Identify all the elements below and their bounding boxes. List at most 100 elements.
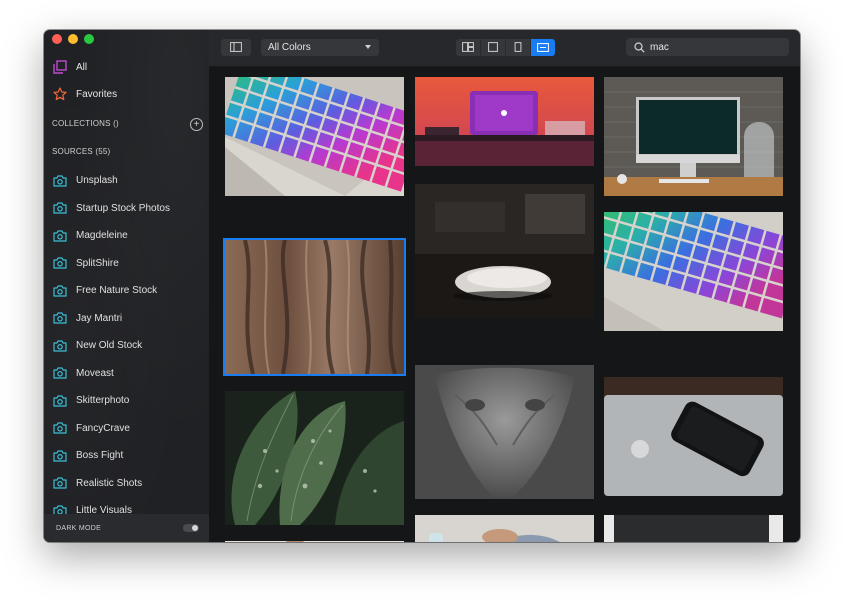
photo-thumbnail[interactable] [225,541,404,542]
collections-heading: COLLECTIONS () [52,119,119,128]
photo-thumbnail[interactable] [415,77,594,166]
photo-thumbnail[interactable] [604,515,783,542]
close-window-button[interactable] [52,34,62,44]
source-label: Startup Stock Photos [76,202,170,214]
minimize-window-button[interactable] [68,34,78,44]
sources-heading: SOURCES (55) [52,147,111,156]
photo-thumbnail[interactable] [415,184,594,318]
photo-thumbnail[interactable] [415,365,594,499]
source-label: Skitterphoto [76,395,130,407]
sidebar-item-source[interactable]: Realistic Shots [44,470,209,498]
sidebar-item-source[interactable]: FancyCrave [44,415,209,443]
source-label: Unsplash [76,175,118,187]
source-label: Little Visuals [76,505,132,514]
sidebar-item-source[interactable]: Free Nature Stock [44,277,209,305]
camera-icon [52,475,68,491]
source-label: New Old Stock [76,340,143,352]
sidebar-item-source[interactable]: Jay Mantri [44,305,209,333]
photo-thumbnail[interactable] [225,391,404,525]
color-filter-dropdown[interactable]: All Colors [261,39,379,56]
source-label: Jay Mantri [76,312,123,324]
source-label: Realistic Shots [76,477,143,489]
source-label: Moveast [76,367,114,379]
collection-stack-icon [52,59,68,75]
sidebar-item-source[interactable]: SplitShire [44,250,209,278]
camera-icon [52,338,68,354]
camera-icon [52,365,68,381]
toggle-knob [192,525,198,531]
toolbar: All Colors [209,30,800,67]
camera-icon [52,393,68,409]
sidebar-icon [230,39,242,57]
imac-back-photo [604,515,783,542]
source-label: SplitShire [76,257,119,269]
chevron-down-icon [365,45,371,49]
tree-bark-photo [225,240,404,374]
portrait-view-button[interactable] [506,39,531,56]
camera-icon [52,310,68,326]
photo-thumbnail[interactable] [415,515,594,542]
photo-thumbnail-selected[interactable] [223,238,406,376]
portrait-view-icon [514,39,522,56]
animal-skull-photo [415,365,594,499]
landscape-view-button[interactable] [531,39,555,56]
search-icon [632,40,646,54]
star-icon [52,86,68,102]
sidebar: All Favorites COLLECTIONS () + SOURCES (… [44,30,209,542]
photo-thumbnail[interactable] [604,377,783,496]
photo-thumbnail[interactable] [604,212,783,331]
sidebar-item-label: Favorites [76,88,118,100]
color-filter-value: All Colors [268,42,311,53]
search-input[interactable] [650,41,780,53]
camera-icon [52,228,68,244]
sidebar-item-source[interactable]: Little Visuals [44,497,209,514]
sidebar-item-source[interactable]: Magdeleine [44,222,209,250]
photo-grid [209,67,800,542]
source-label: Free Nature Stock [76,285,158,297]
plus-icon: + [193,119,200,130]
photo-thumbnail[interactable] [604,77,783,196]
camera-icon [52,173,68,189]
sidebar-item-source[interactable]: Startup Stock Photos [44,195,209,223]
camera-icon [52,283,68,299]
hands-laptop-photo [415,515,594,542]
add-collection-button[interactable]: + [190,118,203,131]
sidebar-item-source[interactable]: Boss Fight [44,442,209,470]
app-window: All Favorites COLLECTIONS () + SOURCES (… [44,30,800,542]
sidebar-item-source[interactable]: New Old Stock [44,332,209,360]
camera-icon [52,255,68,271]
sidebar-item-label: All [76,61,88,73]
sidebar-item-all[interactable]: All [52,56,87,78]
mosaic-view-button[interactable] [456,39,481,56]
imac-desk-photo [604,77,783,196]
camera-icon [52,420,68,436]
view-mode-switcher [456,39,555,56]
magic-mouse-photo [415,184,594,318]
water-leaves-photo [225,391,404,525]
sidebar-item-source[interactable]: Unsplash [44,167,209,195]
camera-icon [52,200,68,216]
search-box [626,38,789,56]
source-label: Boss Fight [76,450,124,462]
source-label: Magdeleine [76,230,128,242]
sidebar-item-source[interactable]: Moveast [44,360,209,388]
source-label: FancyCrave [76,422,130,434]
iphone-on-macbook-photo [604,377,783,496]
mosaic-view-icon [462,39,474,56]
dark-mode-label: DARK MODE [56,524,102,532]
landscape-view-icon [537,39,549,56]
toggle-sidebar-button[interactable] [221,39,251,56]
square-view-button[interactable] [481,39,506,56]
sidebar-item-source[interactable]: Skitterphoto [44,387,209,415]
sources-list: Unsplash Startup Stock Photos Magdeleine… [44,167,209,514]
person-photo [225,541,404,542]
rainbow-keyboard-2-photo [604,212,783,331]
window-controls [52,34,94,44]
camera-icon [52,503,68,514]
zoom-window-button[interactable] [84,34,94,44]
laptop-orange-desk-photo [415,77,594,166]
dark-mode-toggle[interactable] [183,524,199,532]
photo-thumbnail[interactable] [225,77,404,196]
camera-icon [52,448,68,464]
sidebar-item-favorites[interactable]: Favorites [52,83,117,105]
